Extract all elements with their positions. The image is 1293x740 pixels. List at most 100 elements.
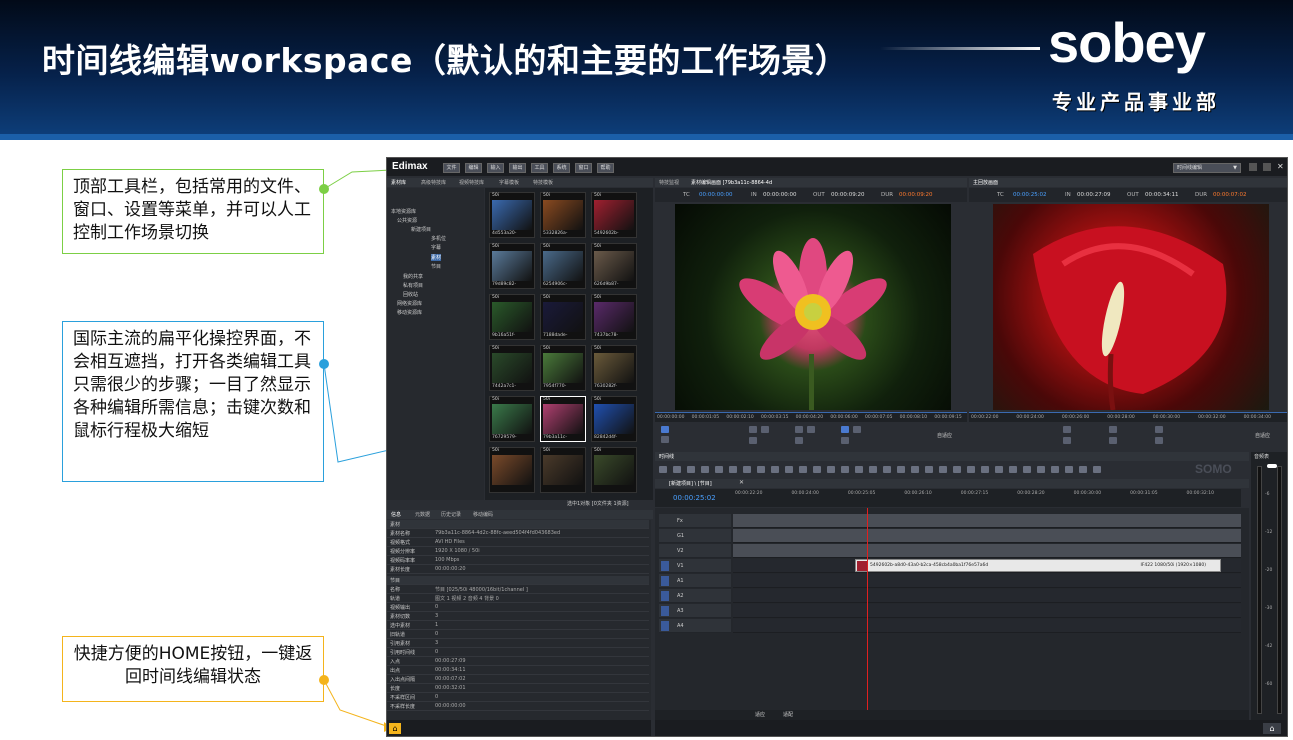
timeline-tool-icon[interactable] [785,466,793,473]
track-select-toggle[interactable] [661,621,669,631]
play-icon[interactable] [807,426,815,433]
track-lane[interactable] [733,604,1241,618]
track-select-toggle[interactable] [661,576,669,586]
thumbnail-item[interactable]: 50i 6254906c- [540,243,586,289]
thumbnail-item[interactable]: 50i 7954f770- [540,345,586,391]
tab-metadata[interactable]: 元数据 [415,511,430,518]
timeline-tool-icon[interactable] [1009,466,1017,473]
tree-item[interactable]: 我的共享 [403,273,423,280]
tree-item[interactable]: 私有项目 [403,282,423,289]
tab-fx-monitor[interactable]: 特技监视 [659,179,679,186]
out-point-icon[interactable] [661,436,669,443]
track-header[interactable]: Fx [659,514,731,528]
thumbnail-item[interactable]: 50i 7188dade- [540,294,586,340]
track-header[interactable]: A3 [659,604,731,618]
track-header[interactable]: A4 [659,619,731,633]
timeline-tool-icon[interactable] [1051,466,1059,473]
rewind-icon[interactable] [795,426,803,433]
timeline-tool-icon[interactable] [841,466,849,473]
timeline-tool-icon[interactable] [715,466,723,473]
timeline-tool-icon[interactable] [1079,466,1087,473]
menu-output[interactable]: 输出 [509,163,526,173]
menu-system[interactable]: 系统 [553,163,570,173]
tab-history[interactable]: 历史记录 [441,511,461,518]
track-header[interactable]: A1 [659,574,731,588]
prop-section[interactable]: 素材 [387,520,649,529]
thumbnail-item[interactable]: 50i 82842d4f- [591,396,637,442]
mark-icon[interactable] [841,426,849,433]
thumbnail-item[interactable]: 50i [489,447,535,493]
track-header[interactable]: V2 [659,544,731,558]
timeline-tool-icon[interactable] [855,466,863,473]
close-icon[interactable]: ✕ [1277,162,1284,171]
menu-tools[interactable]: 工具 [531,163,548,173]
track-lane[interactable] [733,589,1241,603]
timeline-tool-icon[interactable] [967,466,975,473]
thumbnail-item[interactable]: 50i [540,447,586,493]
track-select-toggle[interactable] [661,606,669,616]
track-lane[interactable] [733,514,1241,528]
thumbnail-item[interactable]: 50i 7442a7c1- [489,345,535,391]
tree-item[interactable]: 网络资源库 [397,300,422,307]
timeline-tool-icon[interactable] [799,466,807,473]
maximize-icon[interactable] [1263,163,1271,171]
tab-master-playback[interactable]: 主回放画面 [973,179,998,186]
timeline-tool-icon[interactable] [939,466,947,473]
thumbnail-item[interactable]: 50i 79b3a11c- [540,396,586,442]
prev-frame-icon[interactable] [749,426,757,433]
timeline-clip[interactable]: 5492602b-a8d0-43a0-b2ca-458cb4a0ba1f76e5… [855,559,1221,572]
home-right-icon[interactable]: ⌂ [1263,723,1281,734]
timeline-tool-icon[interactable] [995,466,1003,473]
menu-input[interactable]: 输入 [487,163,504,173]
timeline-tool-icon[interactable] [883,466,891,473]
tree-item[interactable]: 本地资源库 [391,208,416,215]
tab-subtitle[interactable]: 字幕模板 [499,179,519,186]
tab-video-fx[interactable]: 视频特技库 [459,179,484,186]
loop-icon[interactable] [749,437,757,444]
timeline-tool-icon[interactable] [729,466,737,473]
timeline-tool-icon[interactable] [925,466,933,473]
fast-forward-icon[interactable] [853,426,861,433]
tree-item[interactable]: 字幕 [431,244,441,251]
timeline-tool-icon[interactable] [953,466,961,473]
lift-icon[interactable] [1155,437,1163,444]
minimize-icon[interactable] [1249,163,1257,171]
thumbnail-item[interactable]: 50i 79d89c82- [489,243,535,289]
tree-item[interactable]: 节目 [431,263,441,270]
timeline-tool-icon[interactable] [1093,466,1101,473]
tree-item[interactable]: 公共资源 [397,217,417,224]
timeline-tool-icon[interactable] [659,466,667,473]
tab-library[interactable]: 素材库 [391,179,406,186]
timeline-tool-icon[interactable] [869,466,877,473]
timeline-tool-icon[interactable] [701,466,709,473]
loop-icon[interactable] [1063,437,1071,444]
thumbnail-item[interactable]: 50i [591,447,637,493]
tab-close-icon[interactable]: ✕ [739,479,744,486]
thumbnail-item[interactable]: 50i 626d9b87- [591,243,637,289]
track-lane[interactable] [733,544,1241,558]
fit-button[interactable]: 适应 [755,711,765,718]
tab-mobile-encode[interactable]: 移动编码 [473,511,493,518]
timeline-tool-icon[interactable] [827,466,835,473]
timeline-tab[interactable]: [新建项目] \ [节目] [669,480,712,487]
thumbnail-item[interactable]: 50i 76729579- [489,396,535,442]
track-lane[interactable] [733,529,1241,543]
tab-adv-fx[interactable]: 高级特技库 [421,179,446,186]
insert-icon[interactable] [841,437,849,444]
track-header[interactable]: A2 [659,589,731,603]
tree-item[interactable]: 回收站 [403,291,418,298]
timeline-tool-icon[interactable] [981,466,989,473]
tree-item[interactable]: 新建项目 [411,226,431,233]
timeline-tool-icon[interactable] [673,466,681,473]
play-icon[interactable] [1109,426,1117,433]
menu-window[interactable]: 窗口 [575,163,592,173]
track-select-toggle[interactable] [661,591,669,601]
timeline-tool-icon[interactable] [771,466,779,473]
prev-frame-icon[interactable] [1063,426,1071,433]
menu-edit[interactable]: 编辑 [465,163,482,173]
thumbnail-item[interactable]: 50i 4d553a20- [489,192,535,238]
next-frame-icon[interactable] [1109,437,1117,444]
tab-fx-template[interactable]: 特技模板 [533,179,553,186]
menu-help[interactable]: 帮助 [597,163,614,173]
track-lane[interactable] [733,619,1241,633]
